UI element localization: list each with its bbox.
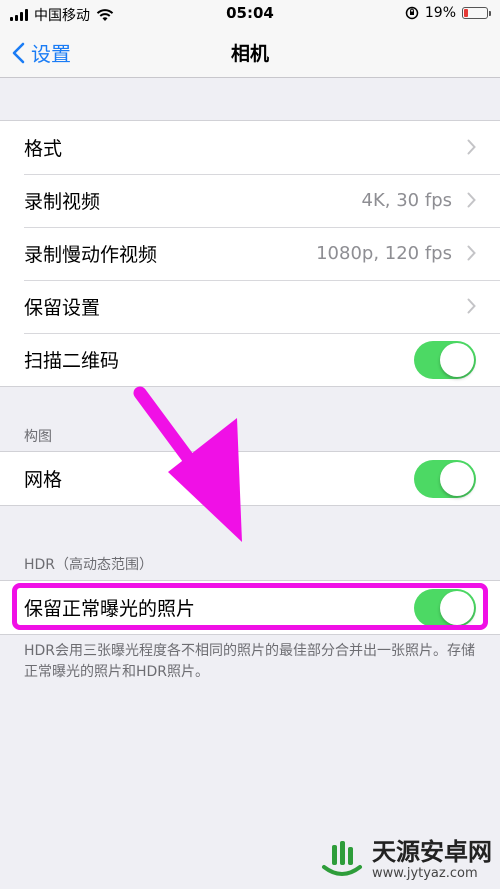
hdr-group: 保留正常曝光的照片 <box>0 580 500 635</box>
chevron-right-icon <box>467 245 476 261</box>
hdr-header: HDR（高动态范围） <box>24 557 154 573</box>
composition-header: 构图 <box>24 429 52 445</box>
status-right: 19% <box>405 5 491 21</box>
camera-settings-group: 格式 录制视频 4K, 30 fps 录制慢动作视频 1080p, 120 fp… <box>0 120 500 387</box>
page-title: 相机 <box>230 43 269 65</box>
watermark-name: 天源安卓网 <box>372 837 492 866</box>
watermark-logo-icon <box>322 841 362 876</box>
orientation-lock-icon <box>405 6 419 20</box>
row-label: 扫描二维码 <box>24 350 120 372</box>
watermark-url: www.jytyaz.com <box>372 865 478 881</box>
battery-fill <box>464 9 468 17</box>
navigation-bar: 设置 相机 <box>0 28 500 78</box>
row-keep-normal-photo: 保留正常曝光的照片 <box>0 581 500 634</box>
watermark-text: 天源安卓网 www.jytyaz.com <box>372 838 492 881</box>
row-grid: 网格 <box>0 452 500 505</box>
toggle-knob <box>440 342 474 377</box>
status-bar: 中国移动 05:04 19% <box>0 0 500 28</box>
row-label: 格式 <box>24 138 63 160</box>
toggle-knob <box>440 461 474 496</box>
keep-normal-photo-toggle[interactable] <box>414 588 476 627</box>
row-label: 保留设置 <box>24 297 101 319</box>
chevron-right-icon <box>467 298 476 314</box>
row-formats[interactable]: 格式 <box>0 121 500 174</box>
hdr-footer-note: HDR会用三张曝光程度各不相同的照片的最佳部分合并出一张照片。存储正常曝光的照片… <box>24 643 476 680</box>
row-label: 录制视频 <box>24 191 101 213</box>
row-preserve-settings[interactable]: 保留设置 <box>0 280 500 333</box>
row-record-video[interactable]: 录制视频 4K, 30 fps <box>0 174 500 227</box>
row-value: 4K, 30 fps <box>361 190 452 211</box>
row-label: 网格 <box>24 469 63 491</box>
chevron-right-icon <box>467 139 476 155</box>
row-value: 1080p, 120 fps <box>316 243 452 264</box>
toggle-knob <box>440 590 474 625</box>
battery-percent: 19% <box>424 5 456 21</box>
composition-group: 网格 <box>0 451 500 506</box>
chevron-right-icon <box>467 192 476 208</box>
row-label: 保留正常曝光的照片 <box>24 598 196 620</box>
battery-icon <box>462 7 491 19</box>
watermark: 天源安卓网 www.jytyaz.com <box>320 837 492 881</box>
row-label: 录制慢动作视频 <box>24 244 158 266</box>
row-scan-qr: 扫描二维码 <box>0 333 500 386</box>
scan-qr-toggle[interactable] <box>414 340 476 379</box>
row-record-slo-mo[interactable]: 录制慢动作视频 1080p, 120 fps <box>0 227 500 280</box>
grid-toggle[interactable] <box>414 459 476 498</box>
